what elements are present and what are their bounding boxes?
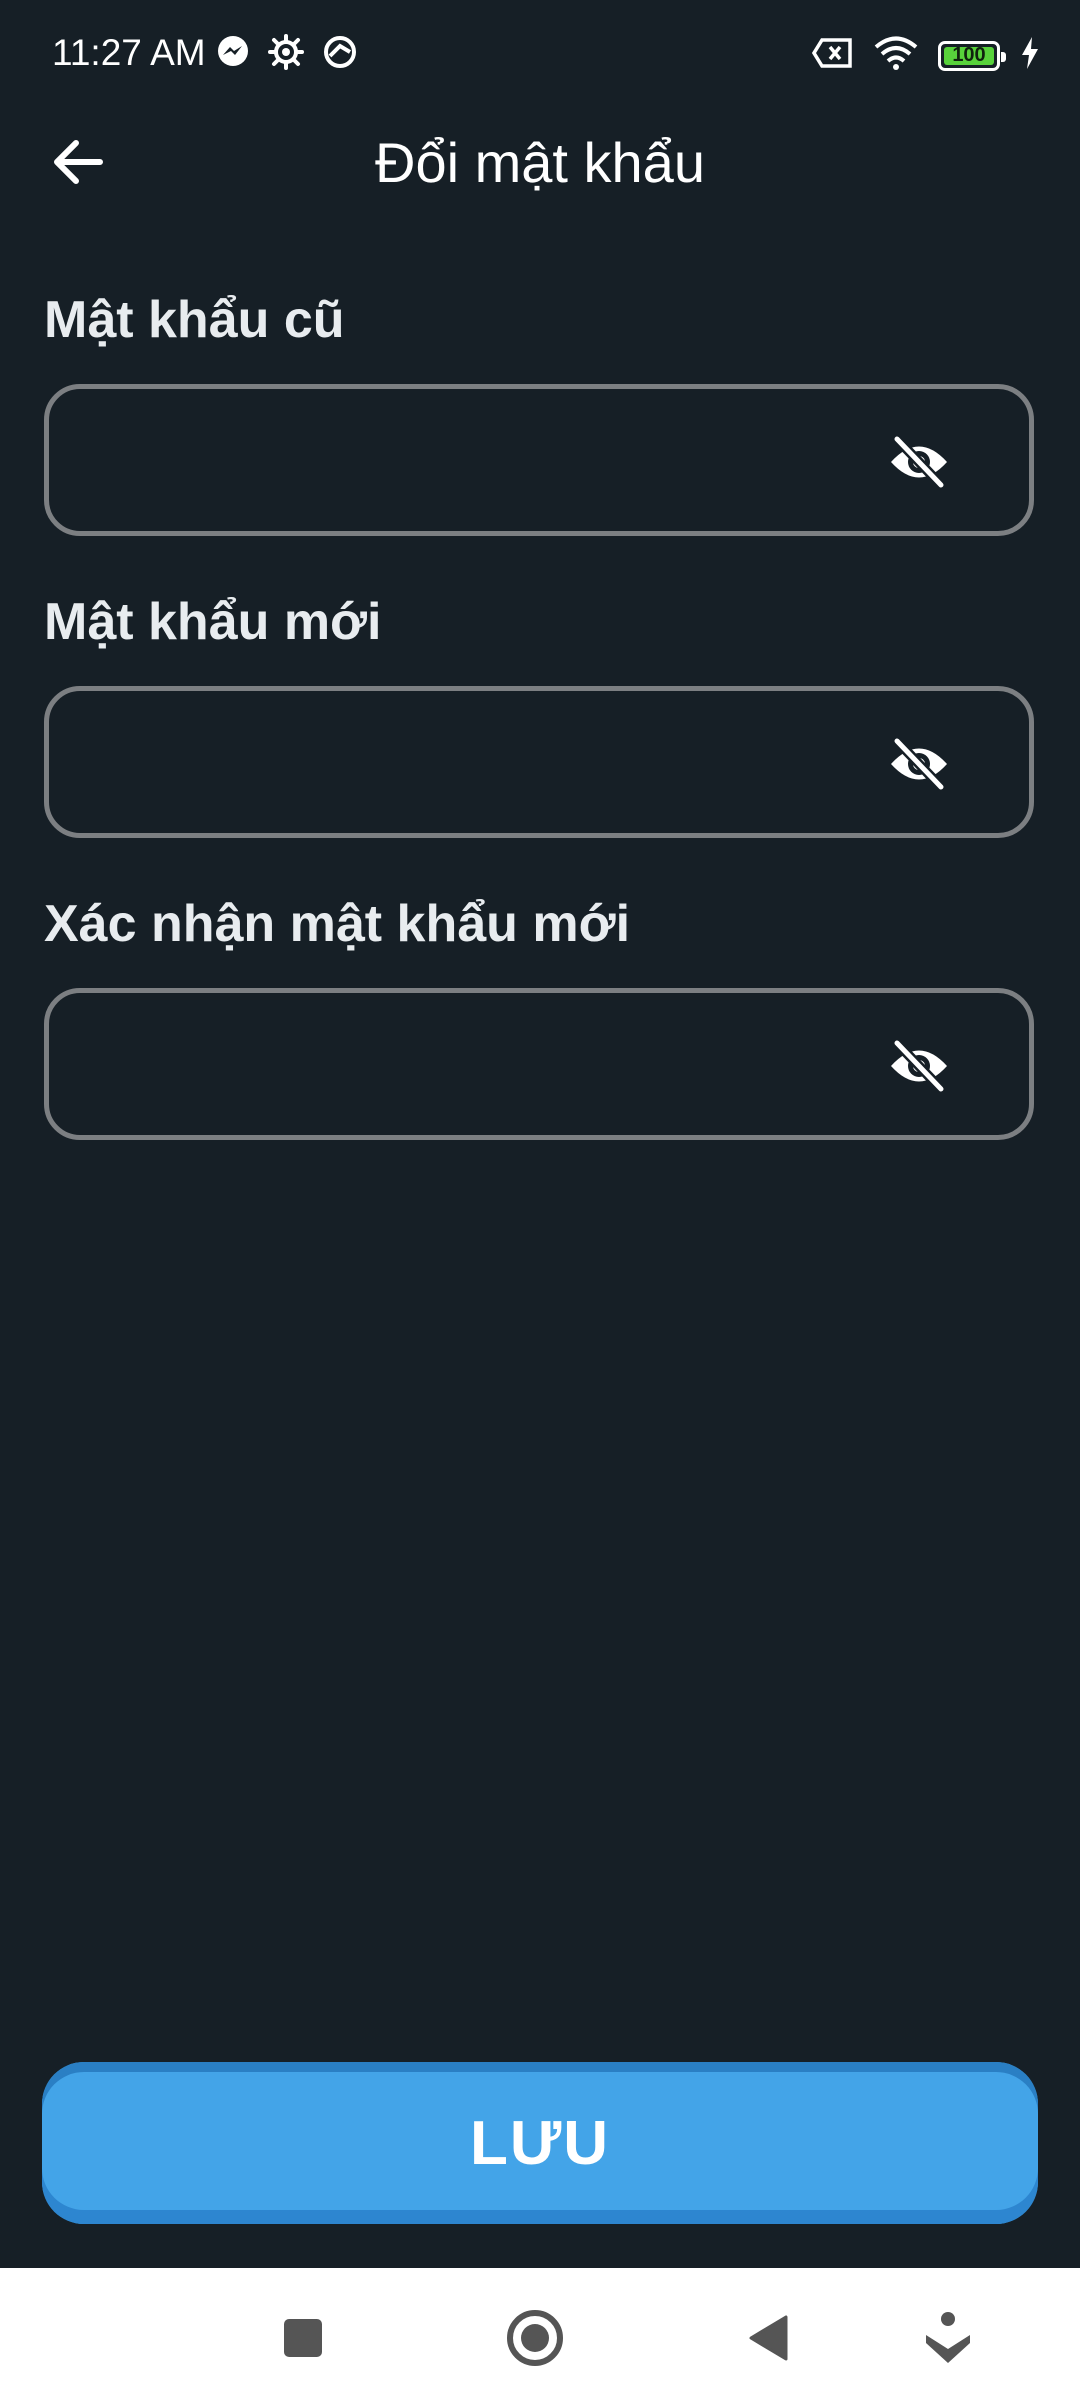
new-password-field[interactable] <box>44 686 1034 838</box>
back-nav-button[interactable] <box>739 2308 799 2368</box>
confirm-password-visibility-toggle[interactable] <box>887 1039 951 1093</box>
assistant-button[interactable] <box>918 2308 978 2368</box>
status-left-icons <box>216 34 358 70</box>
app-bar: Đổi mật khẩu <box>0 110 1080 210</box>
confirm-password-field[interactable] <box>44 988 1034 1140</box>
status-time: 11:27 AM <box>52 32 206 73</box>
recents-button[interactable] <box>273 2308 333 2368</box>
new-password-label: Mật khẩu mới <box>44 593 382 651</box>
home-button[interactable] <box>505 2308 565 2368</box>
confirm-password-input[interactable] <box>79 993 883 1137</box>
page-title: Đổi mật khẩu <box>375 131 705 194</box>
home-circle-icon <box>507 2310 563 2366</box>
save-button[interactable]: LƯU <box>42 2062 1038 2224</box>
settings-gear-icon <box>268 34 304 70</box>
status-right-icons: 100 <box>811 36 1040 75</box>
old-password-label: Mật khẩu cũ <box>44 291 345 349</box>
old-password-visibility-toggle[interactable] <box>887 435 951 489</box>
sim-blocked-icon <box>811 38 854 73</box>
save-button-container: LƯU <box>42 2062 1038 2224</box>
confirm-password-label: Xác nhận mật khẩu mới <box>44 895 631 953</box>
new-password-visibility-toggle[interactable] <box>887 737 951 791</box>
wifi-icon <box>874 36 918 75</box>
new-password-input[interactable] <box>79 691 883 835</box>
eye-off-icon <box>891 435 947 489</box>
old-password-input[interactable] <box>79 389 883 533</box>
status-bar: 11:27 AM 100 <box>0 0 1080 110</box>
back-triangle-icon <box>749 2315 788 2361</box>
recents-square-icon <box>284 2319 322 2357</box>
battery-level: 100 <box>952 44 986 66</box>
eye-off-icon <box>891 1039 947 1093</box>
charging-icon <box>1020 37 1040 74</box>
messenger-icon <box>216 35 250 69</box>
system-nav-bar <box>0 2268 1080 2400</box>
assistant-icon <box>926 2312 970 2363</box>
battery-icon: 100 <box>938 40 1006 71</box>
vpn-icon <box>322 34 358 70</box>
old-password-field[interactable] <box>44 384 1034 536</box>
eye-off-icon <box>891 737 947 791</box>
